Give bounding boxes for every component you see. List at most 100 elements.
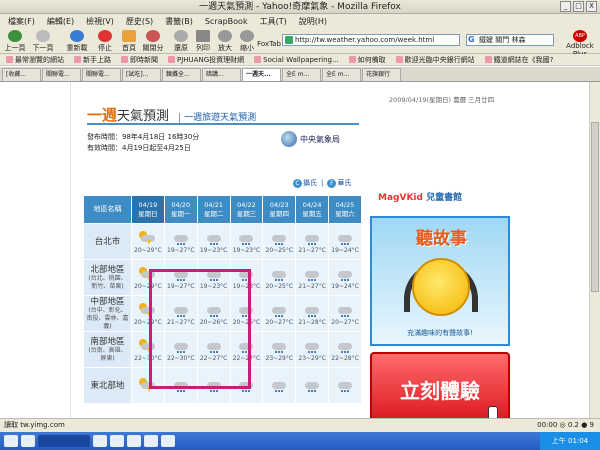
forecast-cell: 23~29°C: [295, 331, 330, 368]
forecast-cell: 21~27°C: [295, 223, 330, 260]
adblock-button[interactable]: ABP Adblock Plus: [560, 30, 600, 58]
region-name[interactable]: 北部地區 (台北、桃園、新竹、苗栗): [83, 259, 132, 296]
forward-button[interactable]: 下一頁: [30, 30, 56, 52]
menu-view[interactable]: 檢視(V): [86, 16, 114, 27]
taskbar-item[interactable]: [21, 435, 35, 447]
cwb-emblem-icon: [281, 131, 297, 147]
weather-icon: [336, 303, 354, 317]
forecast-cell: 20~27°C: [328, 295, 362, 332]
ad-banner-story[interactable]: 聽故事 充滿趣味的有聲故事!: [370, 216, 510, 346]
fahrenheit-option[interactable]: F 華氏: [327, 178, 351, 188]
menu-history[interactable]: 歷史(S): [126, 16, 153, 27]
browser-tab[interactable]: 麵攤全...: [162, 68, 201, 81]
browser-tab[interactable]: 關聯電...: [82, 68, 121, 81]
weather-icon: [336, 339, 354, 353]
celsius-option[interactable]: C 攝氏: [293, 178, 317, 188]
bookmark-item[interactable]: 最常瀏覽的網站: [6, 55, 64, 65]
menu-edit[interactable]: 編輯(E): [47, 16, 74, 27]
system-tray-clock: 上午 01:04: [540, 432, 600, 450]
menu-help[interactable]: 說明(H): [299, 16, 327, 27]
window-title: 一週天氣預測 - Yahoo!奇摩氣象 - Mozilla Firefox: [199, 2, 401, 12]
address-bar[interactable]: http://tw.weather.yahoo.com/week.html: [282, 34, 460, 46]
site-favicon-icon: [285, 36, 293, 44]
taskbar-item[interactable]: [110, 435, 124, 447]
menu-scrapbook[interactable]: ScrapBook: [205, 17, 248, 26]
scrollbar-thumb[interactable]: [591, 122, 599, 292]
day-header: 04/25 星期六: [328, 195, 362, 224]
browser-tab[interactable]: 關聯電...: [42, 68, 81, 81]
region-name[interactable]: 南部地區 (台南、高雄、屏東): [83, 331, 132, 368]
temperature-range: 21~27°C: [298, 246, 326, 254]
vertical-scrollbar[interactable]: [589, 82, 600, 418]
browser-tab-active[interactable]: 一週天...: [242, 68, 281, 81]
menu-bar: 檔案(F) 編輯(E) 檢視(V) 歷史(S) 書籤(B) ScrapBook …: [0, 14, 600, 28]
temperature-range: 23~29°C: [265, 354, 294, 362]
browser-tab[interactable]: 暗講...: [202, 68, 241, 81]
day-header: 04/20 星期一: [163, 195, 198, 224]
region-name[interactable]: 台北市: [83, 223, 132, 260]
forecast-cell: 19~27°C: [163, 223, 198, 260]
temperature-range: 19~23°C: [199, 246, 228, 254]
bookmark-item[interactable]: Social Wallpapering...: [254, 56, 339, 64]
maximize-button[interactable]: □: [573, 1, 584, 12]
home-icon: [122, 30, 136, 42]
annotation-highlight-box: [149, 269, 251, 389]
weather-icon: [336, 231, 354, 245]
stop-button[interactable]: 停止: [92, 30, 118, 52]
bookmark-item[interactable]: 鐵道網誌在《我國?: [484, 55, 553, 65]
close-tab-button[interactable]: 關閉分頁: [140, 30, 166, 62]
weather-icon: [138, 230, 157, 245]
title-divider: [87, 123, 359, 125]
forecast-row: 台北市 20~29°C 19~27°C 19~23°C 19~23°C 20~25°C 21…: [83, 223, 362, 260]
ad-cta-button[interactable]: 立刻體驗: [370, 352, 510, 418]
menu-bookmarks[interactable]: 書籤(B): [165, 16, 193, 27]
reload-icon: [70, 30, 84, 42]
browser-tab[interactable]: [試吃]...: [122, 68, 161, 81]
minimize-button[interactable]: _: [560, 1, 571, 12]
weather-icon: [270, 231, 288, 245]
forecast-cell: [328, 367, 362, 404]
taskbar-item[interactable]: [4, 435, 18, 447]
home-button[interactable]: 首頁: [116, 30, 142, 52]
forecast-cell: 19~24°C: [328, 223, 362, 260]
search-box[interactable]: G 鐵嬤 關門 林森: [466, 34, 554, 46]
taskbar-item[interactable]: [161, 435, 175, 447]
bookmark-item[interactable]: 歡迎光臨中央銀行網站: [395, 55, 475, 65]
browser-tab[interactable]: 花旗銀行: [362, 68, 401, 81]
temperature-range: 20~29°C: [134, 246, 162, 254]
day-header: 04/23 星期四: [262, 195, 297, 224]
weather-icon: [336, 267, 354, 281]
bookmark-item[interactable]: PJHUANG投資理財網: [168, 55, 244, 65]
taskbar-item[interactable]: [144, 435, 158, 447]
region-header: 地區名稱: [83, 195, 132, 224]
bookmark-item[interactable]: 新手上路: [74, 55, 111, 65]
forecast-cell: 21~28°C: [295, 295, 330, 332]
taskbar-item[interactable]: [127, 435, 141, 447]
taskbar-item[interactable]: [93, 435, 107, 447]
travel-forecast-link[interactable]: 一週旅遊天氣預測: [179, 113, 257, 123]
day-header: 04/19 星期日: [131, 195, 165, 224]
forecast-cell: 23~29°C: [262, 331, 297, 368]
temperature-range: 19~23°C: [232, 246, 261, 254]
forecast-cell: 20~25°C: [262, 223, 297, 260]
reload-button[interactable]: 重新載入: [64, 30, 90, 62]
forecast-cell: 20~27°C: [262, 295, 297, 332]
region-name[interactable]: 東北部地: [83, 367, 132, 404]
cwb-logo[interactable]: 中央氣象局: [281, 130, 359, 148]
taskbar: 上午 01:04: [0, 432, 600, 450]
pointer-hand-icon: [488, 406, 498, 418]
menu-tools[interactable]: 工具(T): [260, 16, 287, 27]
region-name[interactable]: 中部地區 (台中、彰化、南投、雲林、嘉義): [83, 295, 132, 332]
sidebar-ad: MagVKid 兒童書館 聽故事 充滿趣味的有聲故事! 立刻體驗: [366, 182, 514, 418]
menu-file[interactable]: 檔案(F): [8, 16, 35, 27]
browser-tab[interactable]: [收藏...: [2, 68, 41, 81]
celsius-icon: C: [293, 178, 302, 188]
temperature-range: 19~24°C: [331, 282, 359, 290]
bookmark-item[interactable]: 即時新聞: [121, 55, 158, 65]
close-window-button[interactable]: X: [586, 1, 597, 12]
bookmark-item[interactable]: 如何備取: [348, 55, 386, 65]
back-button[interactable]: 上一頁: [2, 30, 28, 52]
browser-tab[interactable]: 全E m...: [282, 68, 321, 81]
browser-tab[interactable]: 全E m...: [322, 68, 361, 81]
taskbar-item-active[interactable]: [38, 435, 90, 447]
